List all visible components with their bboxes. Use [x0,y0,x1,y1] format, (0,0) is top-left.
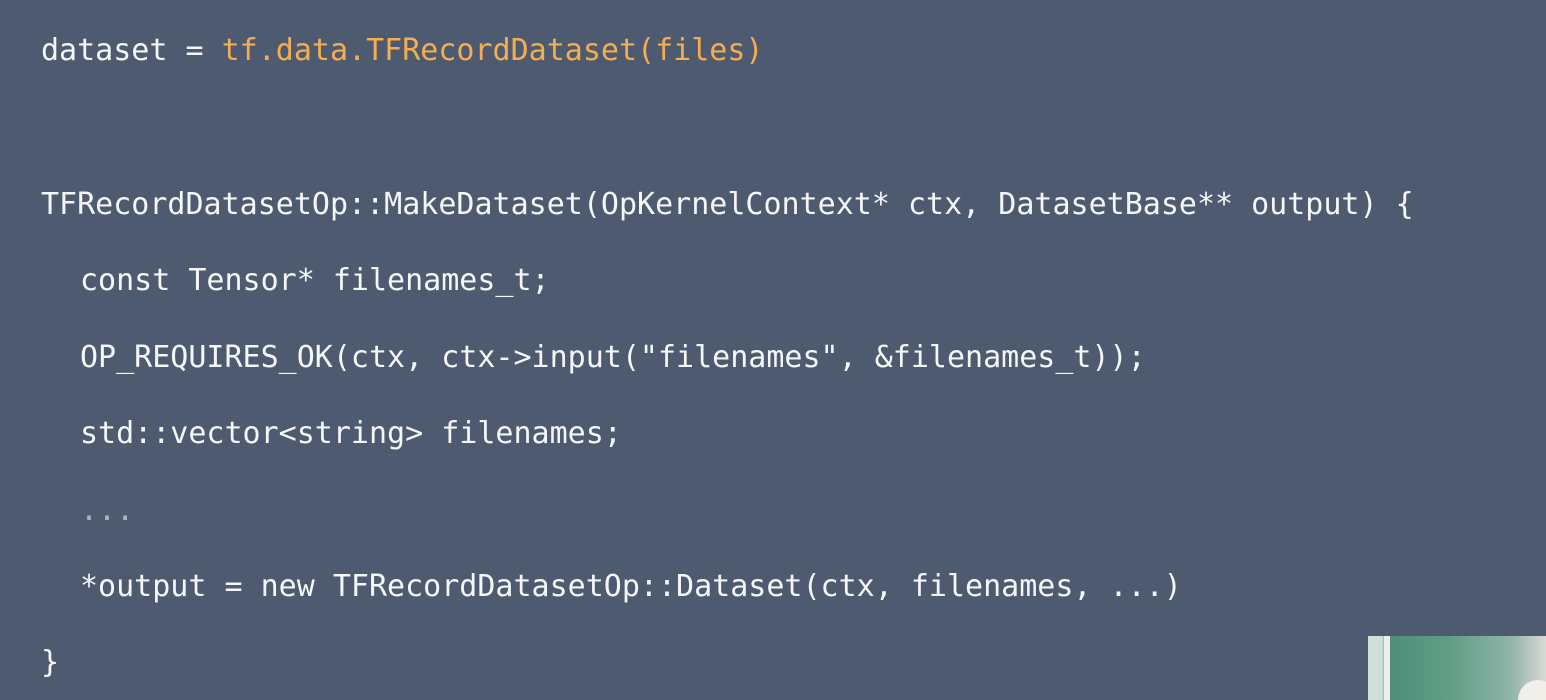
speaker-video-thumbnail [1368,636,1546,700]
code-line-closing-brace: } [41,645,60,680]
code-line-ellipsis: ... [80,493,135,528]
code-line-requires-ok: OP_REQUIRES_OK(ctx, ctx->input("filename… [80,340,1146,375]
speaker-head [1518,680,1546,700]
code-line-output: *output = new TFRecordDatasetOp::Dataset… [80,569,1182,604]
code-line-function-signature: TFRecordDatasetOp::MakeDataset(OpKernelC… [41,187,1414,222]
thumbnail-pillar [1384,636,1390,700]
code-highlight-call: tf.data.TFRecordDataset(files) [221,33,764,68]
code-line-python: dataset = tf.data.TFRecordDataset(files) [41,32,763,70]
code-line-vector: std::vector<string> filenames; [80,416,622,451]
code-line-declaration: const Tensor* filenames_t; [80,263,550,298]
code-assignment: dataset = [41,33,222,68]
code-slide: dataset = tf.data.TFRecordDataset(files)… [0,0,1546,700]
